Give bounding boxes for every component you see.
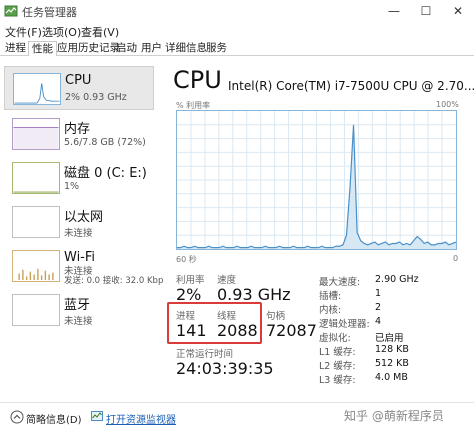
process-label: 进程 [176,311,196,322]
spec-value: 2.90 GHz [375,274,419,285]
spec-value: 4 [375,316,382,327]
tab-startup[interactable]: 启动 [113,41,140,56]
spec-label: 内核: [319,305,342,316]
sidebar-item-subtitle: 2% 0.93 GHz [65,92,127,103]
sidebar-item-subtitle: 5.6/7.8 GB (72%) [64,137,146,148]
sidebar-item-bluetooth[interactable]: 蓝牙 未连接 [4,288,154,332]
spec-label: 插槽: [319,291,342,302]
spec-label: L3 缓存: [319,375,356,386]
graph-time-zero: 0 [453,254,459,263]
menu-file[interactable]: 文件(F) [5,24,42,40]
tab-users[interactable]: 用户 [138,41,165,56]
thread-count: 2088 [217,321,258,340]
sidebar-item-label: 磁盘 0 (C: E:) [64,166,147,181]
process-count: 141 [176,321,207,340]
sidebar-item-ethernet[interactable]: 以太网 未连接 [4,200,154,244]
graph-time-label: 60 秒 [176,255,197,264]
minimize-button[interactable]: — [378,0,410,22]
ethernet-mini-graph [12,206,60,238]
spec-label: 最大速度: [319,277,361,288]
resource-monitor-icon [91,411,103,421]
spec-value: 已启用 [375,333,404,344]
speed-label: 速度 [217,275,237,286]
spec-label: 逻辑处理器: [319,319,370,330]
spec-value: 2 [375,302,382,313]
thread-label: 线程 [217,311,237,322]
open-resource-monitor-link[interactable]: 打开资源监视器 [106,411,176,426]
uptime-label: 正常运行时间 [176,349,234,360]
graph-max-label: 100% [436,100,459,109]
tab-performance[interactable]: 性能 [28,41,57,56]
sidebar-item-wifi[interactable]: Wi-Fi 未连接 发送: 0.0 接收: 32.0 Kbp [4,244,163,288]
sidebar-item-label: 以太网 [64,210,104,225]
handle-count: 72087 [266,321,317,340]
spec-value: 128 KB [375,344,409,355]
cpu-mini-graph [13,73,61,105]
bluetooth-mini-graph [12,294,60,326]
fewer-details-button[interactable]: 简略信息(D) [26,411,82,426]
spec-value: 4.0 MB [375,372,408,383]
spec-label: L1 缓存: [319,347,356,358]
sidebar-item-subtitle: 未连接 [64,228,93,239]
tab-services[interactable]: 服务 [203,41,230,56]
sidebar-item-subtitle: 1% [64,181,80,192]
close-button[interactable]: ✕ [442,0,474,22]
window-title: 任务管理器 [22,6,77,19]
spec-label: 虚拟化: [319,333,351,344]
cpu-utilization-graph [176,110,457,250]
task-manager-icon [4,5,18,17]
watermark-text: 知乎 @萌新程序员 [344,409,444,423]
sidebar-item-subtitle: 未连接 [64,316,93,327]
menu-options[interactable]: 选项(O) [42,24,81,40]
sidebar-item-label: 蓝牙 [64,298,91,313]
maximize-button[interactable]: ☐ [410,0,442,22]
spec-label: L2 缓存: [319,361,356,372]
page-title: CPU [173,66,222,94]
spec-value: 512 KB [375,358,409,369]
cpu-model-name: Intel(R) Core(TM) i7-7500U CPU @ 2.70... [228,79,474,93]
sidebar-item-label: CPU [65,73,92,88]
memory-mini-graph [12,118,60,150]
sidebar-item-throughput: 发送: 0.0 接收: 32.0 Kbp [64,276,164,286]
sidebar-item-disk[interactable]: 磁盘 0 (C: E:) 1% [4,156,154,200]
wifi-mini-graph [12,250,60,282]
uptime-value: 24:03:39:35 [176,359,274,378]
sidebar-item-cpu[interactable]: CPU 2% 0.93 GHz [4,66,154,110]
chevron-up-icon[interactable] [10,410,24,424]
tab-processes[interactable]: 进程 [2,41,29,56]
handle-label: 句柄 [266,311,286,322]
disk-mini-graph [12,162,60,194]
spec-value: 1 [375,288,382,299]
sidebar-item-memory[interactable]: 内存 5.6/7.8 GB (72%) [4,112,154,156]
menu-view[interactable]: 查看(V) [81,24,119,40]
util-label: 利用率 [176,275,205,286]
sidebar-item-label: 内存 [64,122,91,137]
